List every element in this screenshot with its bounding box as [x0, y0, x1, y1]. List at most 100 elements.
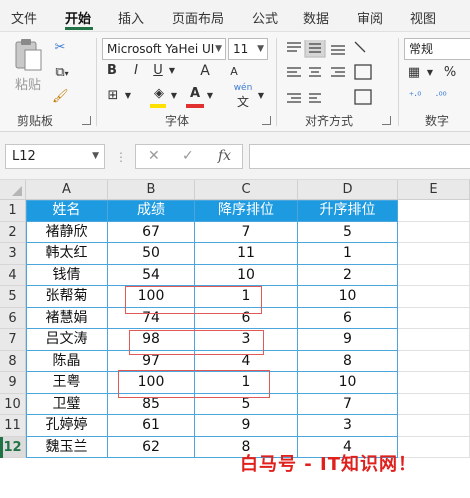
row-header-6[interactable]: 6 — [0, 307, 26, 329]
table-cell[interactable]: 9 — [195, 415, 298, 437]
table-cell[interactable]: 4 — [195, 350, 298, 372]
chevron-down-icon[interactable]: ▼ — [124, 86, 132, 106]
column-header-e[interactable]: E — [398, 180, 470, 200]
table-cell[interactable]: 2 — [298, 264, 398, 286]
table-cell[interactable]: 10 — [298, 286, 398, 308]
italic-button[interactable]: I — [128, 61, 144, 81]
table-cell[interactable]: 98 — [108, 329, 195, 351]
cut-icon[interactable]: ✂ — [52, 38, 68, 58]
table-cell[interactable]: 5 — [195, 393, 298, 415]
table-cell[interactable]: 1 — [195, 286, 298, 308]
borders-icon[interactable]: ⊞ — [104, 86, 122, 106]
paste-button[interactable]: 粘贴 — [10, 38, 46, 100]
empty-cell[interactable] — [398, 286, 470, 308]
table-cell[interactable]: 9 — [298, 329, 398, 351]
table-cell[interactable]: 钱倩 — [26, 264, 108, 286]
empty-cell[interactable] — [398, 200, 470, 222]
chevron-down-icon[interactable]: ▼ — [170, 86, 178, 106]
tab-review[interactable]: 审阅 — [357, 8, 383, 27]
table-cell[interactable]: 6 — [298, 307, 398, 329]
table-cell[interactable]: 1 — [298, 243, 398, 265]
alignment-buttons[interactable] — [285, 40, 387, 106]
row-header-11[interactable]: 11 — [0, 415, 26, 437]
column-header-d[interactable]: D — [298, 180, 398, 200]
chevron-down-icon[interactable]: ▼ — [206, 86, 214, 106]
empty-cell[interactable] — [398, 372, 470, 394]
table-cell[interactable]: 3 — [195, 329, 298, 351]
table-cell[interactable]: 7 — [298, 393, 398, 415]
cancel-icon[interactable]: ✕ — [148, 148, 160, 164]
name-box[interactable]: L12 ▼ — [5, 144, 105, 169]
increase-decimal-icon[interactable]: ⁺·⁰ — [404, 87, 426, 107]
table-cell[interactable]: 韩太红 — [26, 243, 108, 265]
table-cell[interactable]: 3 — [298, 415, 398, 437]
row-header-8[interactable]: 8 — [0, 350, 26, 372]
format-painter-icon[interactable]: 🖌 — [52, 87, 69, 107]
table-cell[interactable]: 褚静欣 — [26, 221, 108, 243]
empty-cell[interactable] — [398, 264, 470, 286]
alignment-launcher-icon[interactable] — [382, 116, 391, 125]
accounting-format-icon[interactable]: ▦ — [404, 63, 424, 83]
table-cell[interactable]: 5 — [298, 221, 398, 243]
font-launcher-icon[interactable] — [262, 116, 271, 125]
row-header-2[interactable]: 2 — [0, 221, 26, 243]
row-header-3[interactable]: 3 — [0, 243, 26, 265]
font-color-icon[interactable]: A — [186, 84, 204, 104]
font-size-combo[interactable]: 11 ▼ — [228, 38, 268, 60]
table-cell[interactable]: 卫璧 — [26, 393, 108, 415]
table-cell[interactable]: 100 — [108, 286, 195, 308]
row-header-10[interactable]: 10 — [0, 393, 26, 415]
row-header-5[interactable]: 5 — [0, 286, 26, 308]
chevron-down-icon[interactable]: ▼ — [426, 63, 434, 83]
row-header-12[interactable]: 12 — [0, 436, 26, 458]
table-cell[interactable]: 74 — [108, 307, 195, 329]
table-cell[interactable]: 85 — [108, 393, 195, 415]
table-cell[interactable]: 吕文涛 — [26, 329, 108, 351]
bold-button[interactable]: B — [104, 61, 120, 81]
decrease-decimal-icon[interactable]: ·⁰⁰ — [430, 87, 452, 107]
tab-data[interactable]: 数据 — [303, 8, 329, 27]
number-format-combo[interactable]: 常规 — [404, 38, 470, 60]
font-name-combo[interactable]: Microsoft YaHei UI ▼ — [102, 38, 226, 60]
tab-view[interactable]: 视图 — [410, 8, 436, 27]
table-header-cell[interactable]: 升序排位 — [298, 200, 398, 222]
tab-file[interactable]: 文件 — [11, 8, 37, 27]
column-header-c[interactable]: C — [195, 180, 298, 200]
formula-input[interactable] — [249, 144, 470, 169]
empty-cell[interactable] — [398, 329, 470, 351]
table-cell[interactable]: 王粤 — [26, 372, 108, 394]
empty-cell[interactable] — [398, 393, 470, 415]
table-cell[interactable]: 褚慧娟 — [26, 307, 108, 329]
table-cell[interactable]: 100 — [108, 372, 195, 394]
table-cell[interactable]: 11 — [195, 243, 298, 265]
percent-button[interactable]: % — [442, 63, 458, 83]
table-cell[interactable]: 54 — [108, 264, 195, 286]
table-header-cell[interactable]: 成绩 — [108, 200, 195, 222]
enter-icon[interactable]: ✓ — [182, 148, 194, 164]
row-header-1[interactable]: 1 — [0, 200, 26, 222]
table-cell[interactable]: 97 — [108, 350, 195, 372]
clipboard-launcher-icon[interactable] — [82, 116, 91, 125]
tab-page-layout[interactable]: 页面布局 — [172, 8, 224, 27]
table-cell[interactable]: 10 — [195, 264, 298, 286]
row-header-9[interactable]: 9 — [0, 372, 26, 394]
table-cell[interactable]: 6 — [195, 307, 298, 329]
empty-cell[interactable] — [398, 350, 470, 372]
table-cell[interactable]: 8 — [298, 350, 398, 372]
empty-cell[interactable] — [398, 243, 470, 265]
formula-bar-splitter[interactable]: ⋮ — [115, 150, 127, 164]
table-cell[interactable]: 1 — [195, 372, 298, 394]
table-cell[interactable]: 50 — [108, 243, 195, 265]
column-header-a[interactable]: A — [26, 180, 108, 200]
table-cell[interactable]: 62 — [108, 436, 195, 458]
increase-font-icon[interactable]: A — [198, 61, 212, 81]
table-header-cell[interactable]: 姓名 — [26, 200, 108, 222]
empty-cell[interactable] — [398, 415, 470, 437]
row-header-4[interactable]: 4 — [0, 264, 26, 286]
table-cell[interactable]: 陈晶 — [26, 350, 108, 372]
empty-cell[interactable] — [398, 221, 470, 243]
fill-color-icon[interactable]: ◈ — [150, 84, 168, 104]
tab-insert[interactable]: 插入 — [118, 8, 144, 27]
table-cell[interactable]: 61 — [108, 415, 195, 437]
copy-icon[interactable]: ⧉▾ — [50, 63, 74, 84]
